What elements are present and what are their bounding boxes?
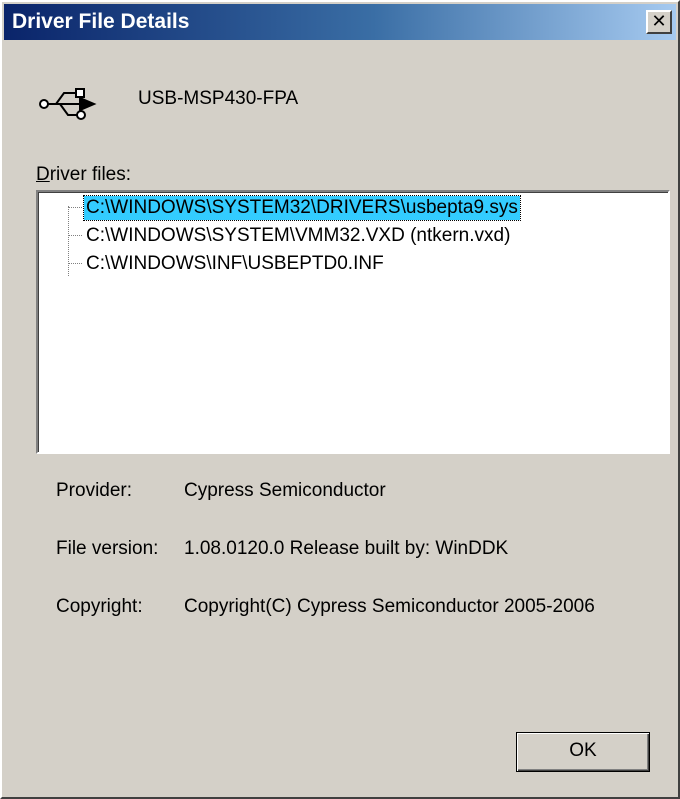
driver-files-label: Driver files: (36, 164, 131, 186)
title-bar[interactable]: Driver File Details ✕ (4, 4, 676, 40)
usb-icon (39, 88, 97, 120)
driver-file-details-dialog: Driver File Details ✕ USB-MSP430-FPA Dri… (0, 0, 680, 799)
ok-button-label: OK (569, 740, 597, 761)
driver-files-list[interactable]: C:\WINDOWS\SYSTEM32\DRIVERS\usbepta9.sys… (36, 190, 670, 454)
close-button[interactable]: ✕ (646, 10, 672, 34)
driver-files-label-rest: river files: (49, 164, 132, 185)
list-item-path: C:\WINDOWS\SYSTEM\VMM32.VXD (ntkern.vxd) (86, 225, 511, 246)
provider-value: Cypress Semiconductor (184, 480, 386, 501)
tree-branch (68, 207, 82, 209)
file-version-label: File version: (56, 538, 159, 559)
tree-branch (68, 235, 82, 237)
close-icon: ✕ (651, 11, 667, 32)
driver-files-label-accel: D (36, 164, 50, 185)
tree-branch (68, 263, 82, 265)
provider-label: Provider: (56, 480, 133, 501)
window-title: Driver File Details (12, 10, 190, 33)
copyright-value: Copyright(C) Cypress Semiconductor 2005-… (184, 596, 595, 617)
list-item-path: C:\WINDOWS\INF\USBEPTD0.INF (86, 253, 384, 274)
copyright-label: Copyright: (56, 596, 143, 617)
list-item-path: C:\WINDOWS\SYSTEM32\DRIVERS\usbepta9.sys (83, 195, 521, 221)
list-item[interactable]: C:\WINDOWS\SYSTEM\VMM32.VXD (ntkern.vxd) (68, 224, 512, 250)
device-name: USB-MSP430-FPA (138, 88, 299, 109)
list-item[interactable]: C:\WINDOWS\SYSTEM32\DRIVERS\usbepta9.sys (68, 195, 521, 222)
list-item[interactable]: C:\WINDOWS\INF\USBEPTD0.INF (68, 252, 386, 278)
ok-button[interactable]: OK (516, 732, 650, 772)
file-version-value: 1.08.0120.0 Release built by: WinDDK (184, 538, 509, 559)
